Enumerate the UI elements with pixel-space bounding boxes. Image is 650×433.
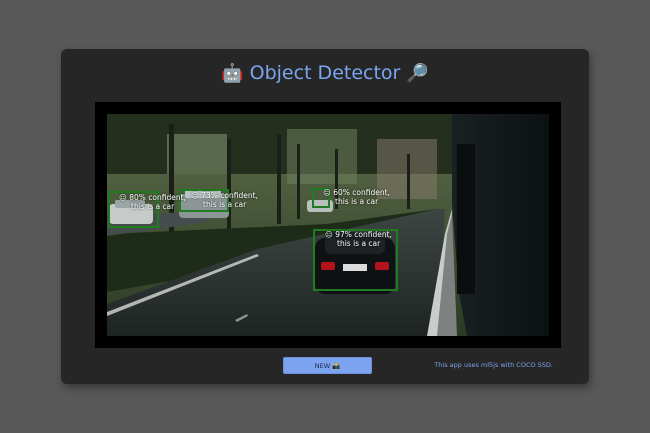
- neutral-face-icon: 😐: [323, 188, 331, 197]
- page-title: 🤖 Object Detector 🔎: [61, 60, 589, 87]
- neutral-face-icon: 😐: [325, 230, 333, 239]
- detection-viewer: 😐 80% confident, this is a car 😐 73% con…: [95, 102, 561, 348]
- detection-label: 😐 97% confident, this is a car: [325, 230, 392, 248]
- detection-label: 😐 60% confident, this is a car: [323, 188, 390, 206]
- neutral-face-icon: 😐: [119, 193, 127, 202]
- robot-icon: 🤖: [221, 63, 244, 84]
- neutral-face-icon: 😐: [191, 191, 199, 200]
- new-photo-button[interactable]: NEW 📸: [283, 357, 372, 374]
- magnifier-icon: 🔎: [406, 63, 429, 84]
- street-photo: [107, 114, 549, 336]
- page-title-text: Object Detector: [249, 62, 401, 84]
- street-scene-image: 😐 80% confident, this is a car 😐 73% con…: [107, 114, 549, 336]
- app-card: 🤖 Object Detector 🔎 😐 80% confident, thi…: [61, 49, 589, 384]
- detection-label: 😐 80% confident, this is a car: [119, 193, 186, 211]
- footer-note: This app uses ml5js with COCO SSD.: [434, 361, 553, 369]
- detection-label: 😐 73% confident, this is a car: [191, 191, 258, 209]
